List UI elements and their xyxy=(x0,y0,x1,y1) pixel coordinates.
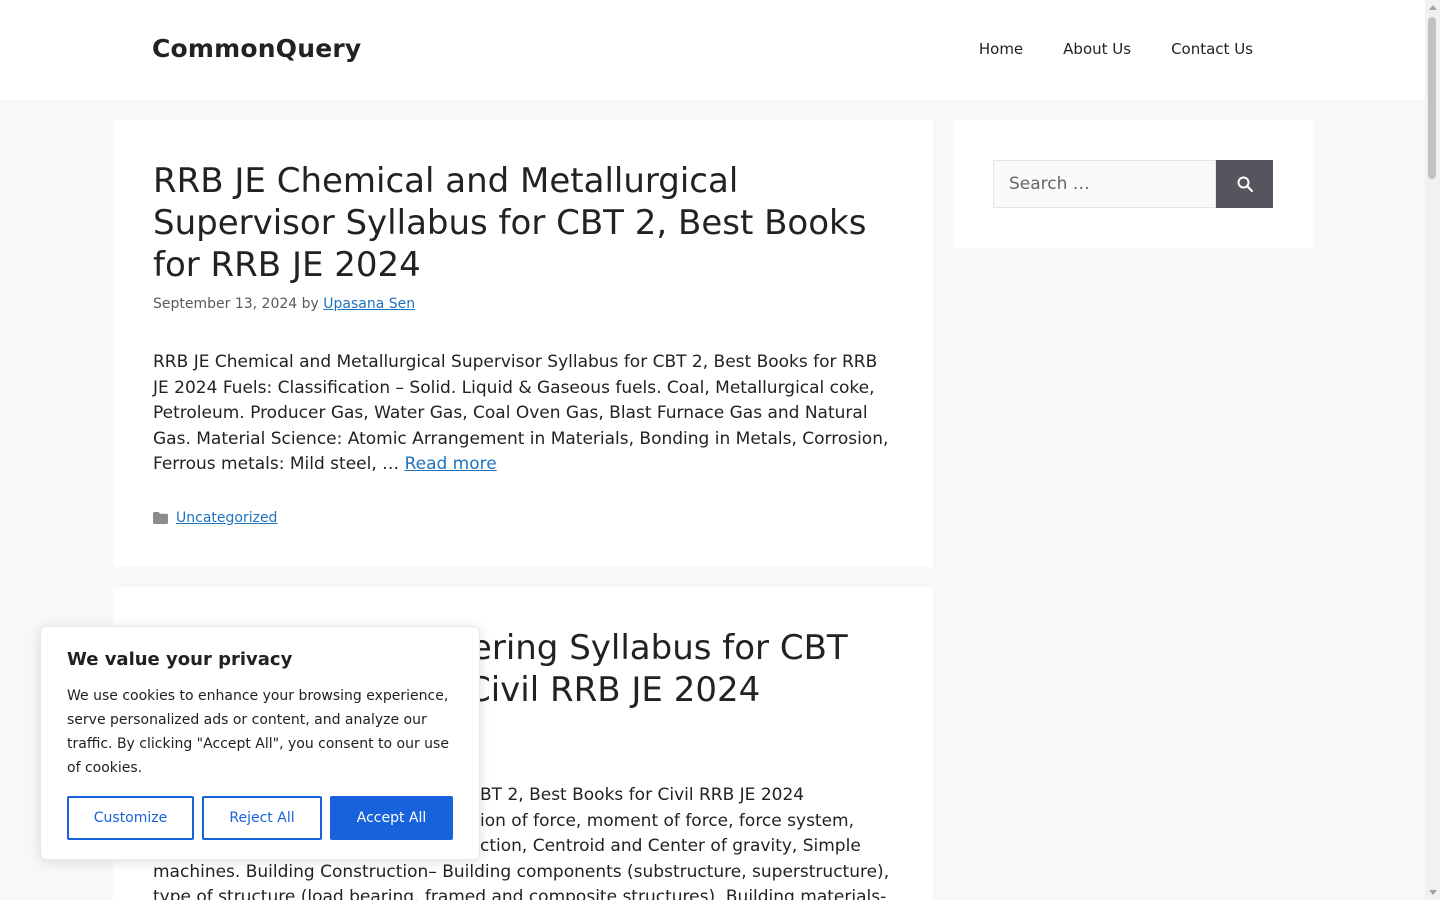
nav-contact-us[interactable]: Contact Us xyxy=(1171,40,1253,58)
site-title[interactable]: CommonQuery xyxy=(152,34,361,63)
scroll-down-arrow-icon[interactable] xyxy=(1429,890,1437,895)
cookie-buttons: Customize Reject All Accept All xyxy=(67,796,453,840)
summary-line: type of structure (load bearing, framed … xyxy=(153,887,887,900)
search-widget xyxy=(953,120,1313,248)
main-nav: Home About Us Contact Us xyxy=(979,40,1253,58)
folder-icon xyxy=(153,511,168,524)
scrollbar[interactable] xyxy=(1425,0,1440,900)
search-input[interactable] xyxy=(993,160,1216,208)
scroll-up-arrow-icon[interactable] xyxy=(1429,5,1437,10)
by-label: by xyxy=(301,296,319,312)
nav-about-us[interactable]: About Us xyxy=(1063,40,1131,58)
summary-line: machines. Building Construction– Buildin… xyxy=(153,861,890,882)
cookie-title: We value your privacy xyxy=(67,649,293,670)
entry-summary: RRB JE Chemical and Metallurgical Superv… xyxy=(153,350,898,478)
scrollbar-thumb[interactable] xyxy=(1428,17,1436,179)
summary-text: RRB JE Chemical and Metallurgical Superv… xyxy=(153,352,889,474)
search-icon xyxy=(1237,176,1253,192)
customize-button[interactable]: Customize xyxy=(67,796,194,840)
nav-home[interactable]: Home xyxy=(979,40,1023,58)
article-title[interactable]: RRB JE Chemical and Metallurgical Superv… xyxy=(153,160,898,286)
post-date: September 13, 2024 xyxy=(153,296,298,312)
author-link[interactable]: Upasana Sen xyxy=(323,296,415,312)
accept-all-button[interactable]: Accept All xyxy=(330,796,453,840)
entry-meta: September 13, 2024 by Upasana Sen xyxy=(153,296,893,312)
site-header: CommonQuery Home About Us Contact Us xyxy=(0,0,1425,100)
article-card: RRB JE Chemical and Metallurgical Superv… xyxy=(113,120,933,567)
category-link[interactable]: Uncategorized xyxy=(176,510,277,526)
reject-all-button[interactable]: Reject All xyxy=(202,796,322,840)
cookie-text: We use cookies to enhance your browsing … xyxy=(67,688,449,776)
read-more-link[interactable]: Read more xyxy=(405,454,497,474)
cookie-consent-banner: We value your privacy We use cookies to … xyxy=(40,626,480,860)
search-button[interactable] xyxy=(1216,160,1273,208)
entry-footer: Uncategorized xyxy=(153,510,893,526)
